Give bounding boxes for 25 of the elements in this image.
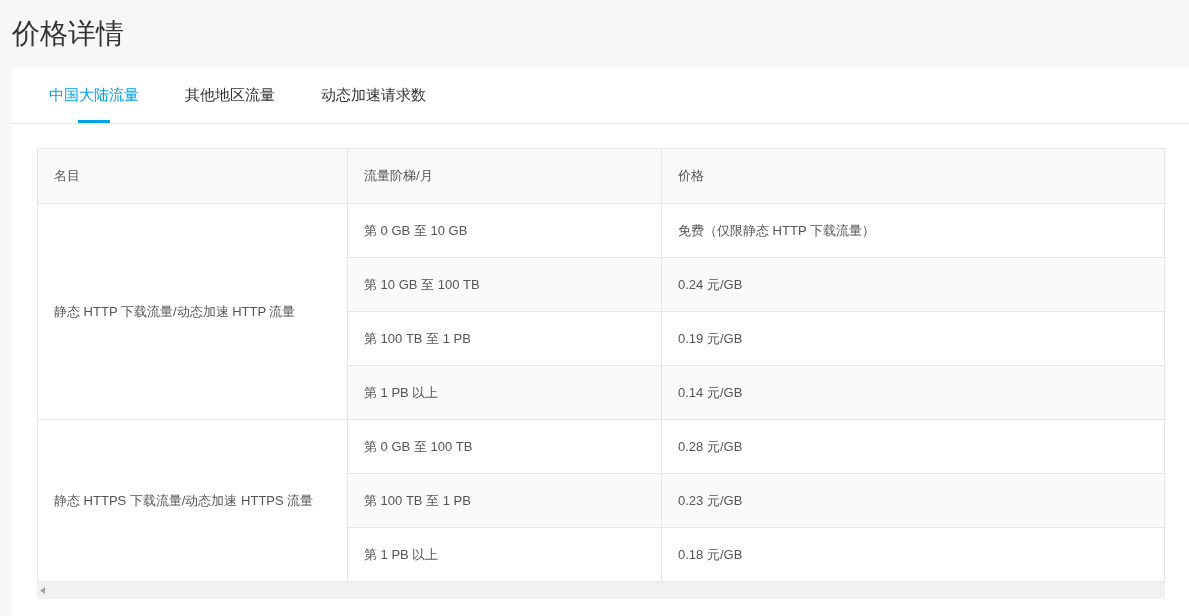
table-cell: 第 100 TB 至 1 PB	[347, 311, 662, 366]
table-cell: 0.24 元/GB	[661, 257, 1165, 312]
table-cell: 0.18 元/GB	[661, 527, 1165, 582]
table-cell: 第 0 GB 至 10 GB	[347, 203, 662, 258]
table-cell: 第 10 GB 至 100 TB	[347, 257, 662, 312]
scroll-left-icon[interactable]	[40, 587, 45, 594]
horizontal-scrollbar[interactable]	[37, 582, 1165, 599]
table-cell: 第 100 TB 至 1 PB	[347, 473, 662, 528]
tab[interactable]: 其他地区流量	[172, 68, 288, 123]
active-tab-indicator	[78, 120, 110, 123]
column-header: 价格	[661, 148, 1165, 204]
table-cell: 0.28 元/GB	[661, 419, 1165, 474]
table-cell: 静态 HTTPS 下载流量/动态加速 HTTPS 流量	[37, 419, 348, 582]
table-cell: 0.23 元/GB	[661, 473, 1165, 528]
page-title: 价格详情	[12, 17, 124, 51]
table-cell: 第 1 PB 以上	[347, 527, 662, 582]
column-header: 名目	[37, 148, 348, 204]
table-cell: 静态 HTTP 下载流量/动态加速 HTTP 流量	[37, 203, 348, 420]
table-cell: 第 1 PB 以上	[347, 365, 662, 420]
table-cell: 第 0 GB 至 100 TB	[347, 419, 662, 474]
table-cell: 免费（仅限静态 HTTP 下载流量）	[661, 203, 1165, 258]
tab[interactable]: 动态加速请求数	[308, 68, 439, 123]
table-cell: 0.14 元/GB	[661, 365, 1165, 420]
table-cell: 0.19 元/GB	[661, 311, 1165, 366]
column-header: 流量阶梯/月	[347, 148, 662, 204]
